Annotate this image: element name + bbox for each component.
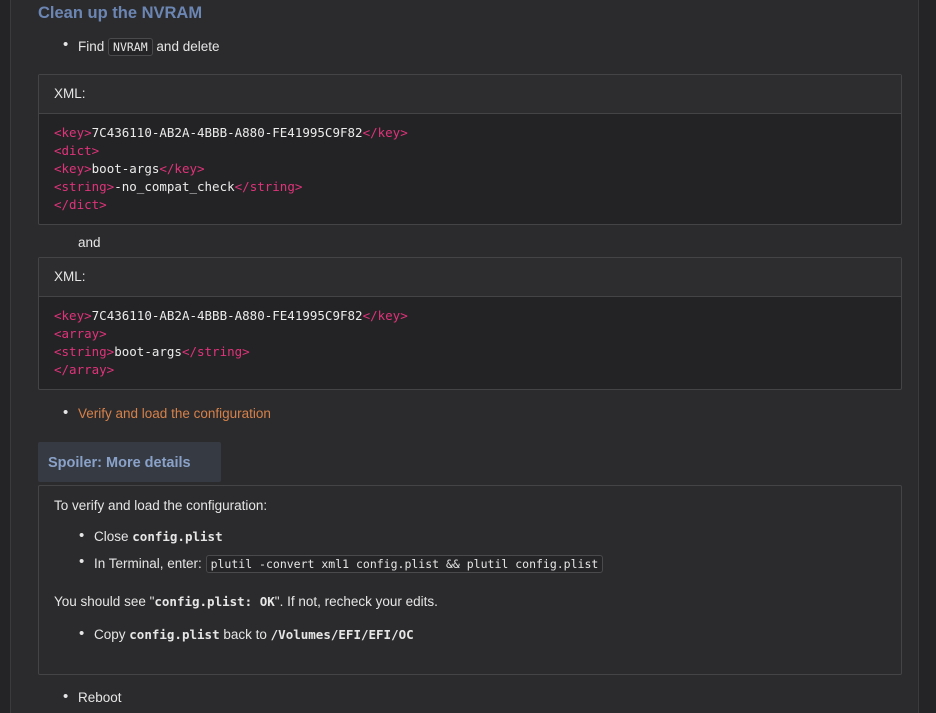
code-block: XML: <key>7C436110-AB2A-4BBB-A880-FE4199… xyxy=(38,74,902,225)
note-text: ". If not, recheck your edits. xyxy=(274,594,438,609)
code-line: <key>7C436110-AB2A-4BBB-A880-FE41995C9F8… xyxy=(54,124,886,142)
left-gutter xyxy=(0,0,11,713)
code-block-header: XML: xyxy=(39,258,901,297)
inline-code: config.plist xyxy=(129,627,220,642)
xml-text: boot-args xyxy=(114,344,182,359)
section-heading: Clean up the NVRAM xyxy=(38,4,203,22)
xml-tag: </key> xyxy=(362,308,408,323)
code-line: <string>boot-args</string> xyxy=(54,343,886,361)
note-text: You should see " xyxy=(54,594,155,609)
and-text: and xyxy=(78,235,101,250)
xml-tag: </key> xyxy=(362,125,408,140)
xml-tag: <array> xyxy=(54,326,107,341)
xml-tag: </dict> xyxy=(54,197,107,212)
code-block-body[interactable]: <key>7C436110-AB2A-4BBB-A880-FE41995C9F8… xyxy=(39,114,901,224)
xml-tag: <key> xyxy=(54,161,92,176)
xml-tag: <dict> xyxy=(54,143,100,158)
code-block: XML: <key>7C436110-AB2A-4BBB-A880-FE4199… xyxy=(38,257,902,390)
xml-tag: <key> xyxy=(54,125,92,140)
code-line: <key>7C436110-AB2A-4BBB-A880-FE41995C9F8… xyxy=(54,307,886,325)
bullet-text: Reboot xyxy=(78,690,122,705)
xml-tag: </string> xyxy=(234,179,303,194)
inline-code: NVRAM xyxy=(108,38,153,56)
xml-tag: <key> xyxy=(54,308,92,323)
code-line: </dict> xyxy=(54,196,886,214)
code-line: <array> xyxy=(54,325,886,343)
xml-tag: </string> xyxy=(181,344,250,359)
xml-text: 7C436110-AB2A-4BBB-A880-FE41995C9F82 xyxy=(91,308,363,323)
bullet-text: Copy xyxy=(94,627,126,642)
xml-tag: <string> xyxy=(54,344,115,359)
list-item: Close config.plist xyxy=(79,527,223,544)
bullet-text: back to xyxy=(223,627,267,642)
xml-text: boot-args xyxy=(91,161,160,176)
spoiler-toggle-button[interactable]: Spoiler: More details xyxy=(38,442,221,482)
list-item: Verify and load the configuration xyxy=(63,404,271,421)
inline-code: config.plist: OK xyxy=(154,594,275,609)
bullet-text: Close xyxy=(94,529,129,544)
code-block-body[interactable]: <key>7C436110-AB2A-4BBB-A880-FE41995C9F8… xyxy=(39,297,901,389)
inline-code: /Volumes/EFI/EFI/OC xyxy=(270,627,414,642)
xml-text: 7C436110-AB2A-4BBB-A880-FE41995C9F82 xyxy=(91,125,363,140)
code-line: <string>-no_compat_check</string> xyxy=(54,178,886,196)
xml-text: -no_compat_check xyxy=(114,179,235,194)
spoiler-note: You should see "config.plist: OK". If no… xyxy=(54,594,438,609)
code-line: <key>boot-args</key> xyxy=(54,160,886,178)
code-line: <dict> xyxy=(54,142,886,160)
xml-tag: </array> xyxy=(54,362,115,377)
spoiler-content: To verify and load the configuration: Cl… xyxy=(38,485,902,675)
code-block-header: XML: xyxy=(39,75,901,114)
list-item: Copy config.plist back to /Volumes/EFI/E… xyxy=(79,625,414,642)
bullet-text: Find xyxy=(78,39,105,54)
verify-config-link[interactable]: Verify and load the configuration xyxy=(78,406,271,421)
xml-tag: </key> xyxy=(159,161,205,176)
right-gutter xyxy=(918,0,936,713)
bullet-text: and delete xyxy=(156,39,220,54)
code-line: </array> xyxy=(54,361,886,379)
list-item: Reboot xyxy=(63,688,122,705)
list-item: Find NVRAM and delete xyxy=(63,36,220,56)
spoiler-intro: To verify and load the configuration: xyxy=(54,498,268,513)
bullet-text: In Terminal, enter: xyxy=(94,556,202,571)
terminal-command-code: plutil -convert xml1 config.plist && plu… xyxy=(205,555,604,573)
xml-tag: <string> xyxy=(54,179,115,194)
inline-code: config.plist xyxy=(132,529,223,544)
list-item: In Terminal, enter: plutil -convert xml1… xyxy=(79,553,604,573)
